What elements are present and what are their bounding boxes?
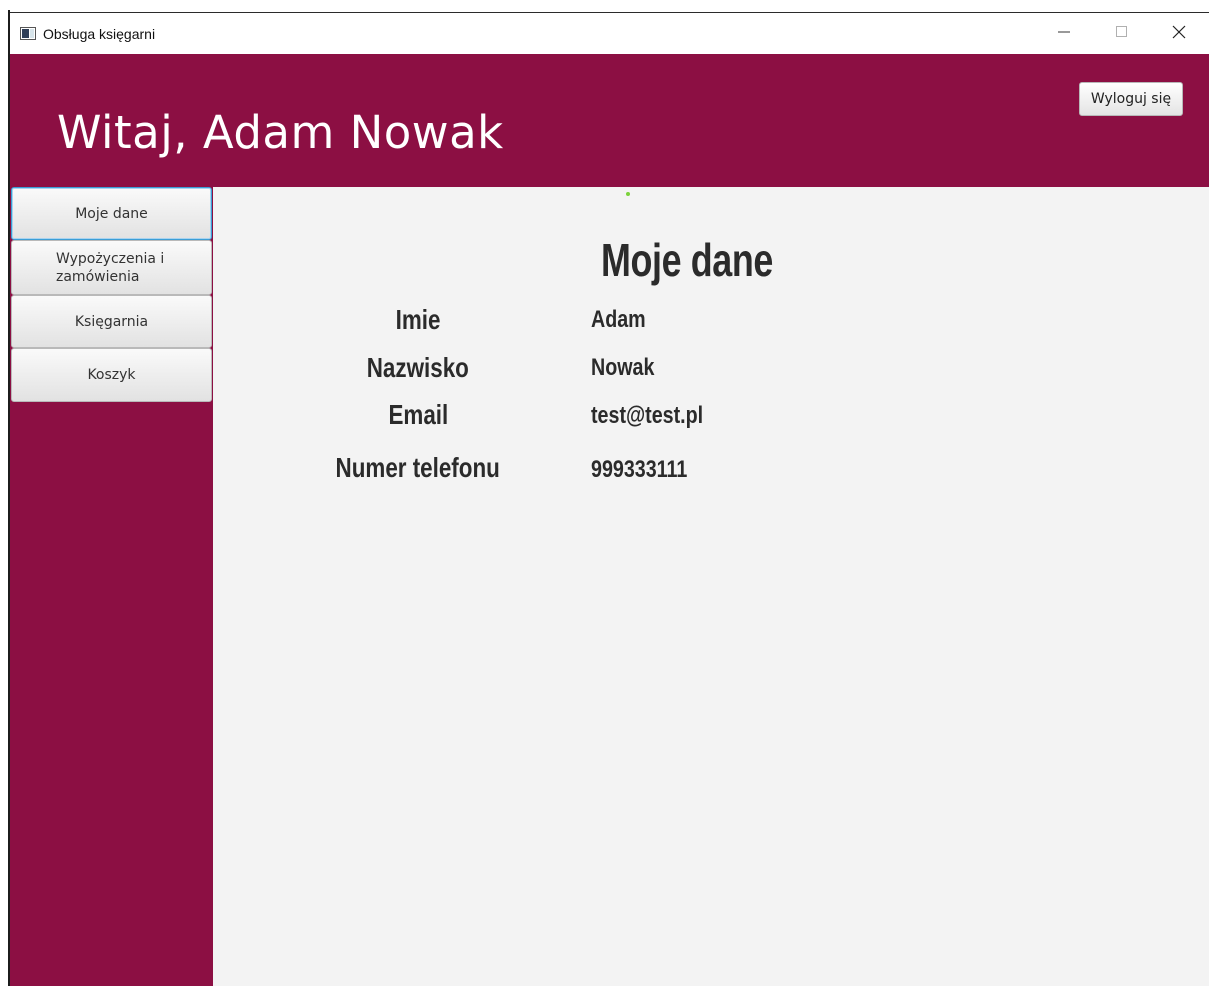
close-icon — [1172, 25, 1186, 44]
app-window: Obsługa księgarni Witaj, Adam Nowak Wylo… — [0, 0, 1209, 986]
welcome-heading: Witaj, Adam Nowak — [57, 106, 504, 159]
sidebar-item-label: Wypożyczenia i zamówienia — [56, 250, 164, 286]
maximize-icon — [1116, 25, 1128, 43]
sidebar-item-koszyk[interactable]: Koszyk — [11, 348, 212, 402]
header-bar: Witaj, Adam Nowak Wyloguj się — [10, 54, 1209, 187]
field-label-first-name: Imie — [395, 304, 441, 335]
logout-button[interactable]: Wyloguj się — [1079, 82, 1183, 116]
title-bar[interactable]: Obsługa księgarni — [10, 12, 1209, 55]
maximize-button[interactable] — [1099, 13, 1145, 55]
field-value-first-name: Adam — [591, 306, 646, 333]
app-window-icon — [20, 27, 36, 40]
minimize-icon — [1058, 25, 1070, 43]
sidebar-item-moje-dane[interactable]: Moje dane — [11, 187, 212, 240]
field-value-phone: 999333111 — [591, 456, 688, 483]
sidebar-item-ksiegarnia[interactable]: Księgarnia — [11, 295, 212, 348]
sidebar: Moje dane Wypożyczenia i zamówienia Księ… — [10, 187, 213, 986]
field-value-last-name: Nowak — [591, 354, 655, 381]
window-title: Obsługa księgarni — [43, 26, 156, 42]
page-title: Moje dane — [601, 234, 773, 286]
main-content: Moje dane Imie Adam Nazwisko Nowak Email… — [213, 187, 1209, 986]
status-dot — [626, 192, 630, 196]
close-button[interactable] — [1156, 13, 1202, 55]
field-label-last-name: Nazwisko — [366, 352, 470, 383]
field-label-phone: Numer telefonu — [335, 452, 501, 483]
sidebar-item-label-line1: Wypożyczenia i — [56, 250, 165, 267]
sidebar-item-label-line2: zamówienia — [56, 268, 140, 285]
field-label-email: Email — [388, 399, 448, 430]
sidebar-item-wypozyczenia[interactable]: Wypożyczenia i zamówienia — [11, 240, 212, 295]
minimize-button[interactable] — [1041, 13, 1087, 55]
field-value-email: test@test.pl — [591, 402, 704, 429]
